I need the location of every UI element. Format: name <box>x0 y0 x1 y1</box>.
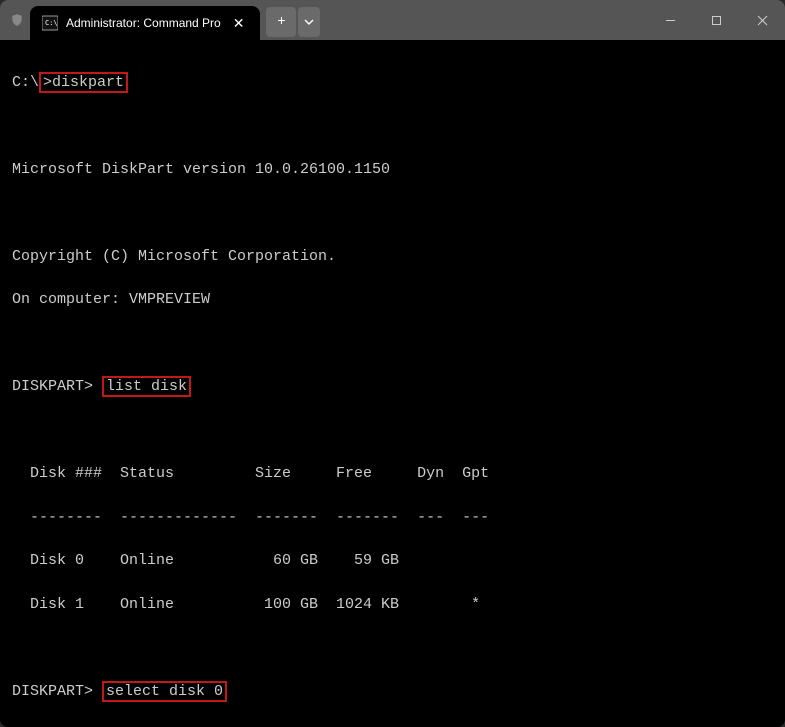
terminal-window: C:\ Administrator: Command Pro ✕ + C:\>d… <box>0 0 785 727</box>
active-tab[interactable]: C:\ Administrator: Command Pro ✕ <box>30 6 260 40</box>
shield-icon <box>8 13 26 27</box>
terminal-line <box>12 637 775 659</box>
terminal-line: DISKPART> list disk <box>12 376 775 398</box>
terminal-line <box>12 333 775 355</box>
terminal-line <box>12 420 775 442</box>
tab-dropdown-button[interactable] <box>298 7 320 37</box>
highlight-select-disk: select disk 0 <box>102 681 227 702</box>
new-tab-button[interactable]: + <box>266 7 296 37</box>
tab-actions: + <box>266 4 320 37</box>
disk-table-header: Disk ### Status Size Free Dyn Gpt <box>12 463 775 485</box>
diskpart-prompt: DISKPART> <box>12 683 102 700</box>
titlebar[interactable]: C:\ Administrator: Command Pro ✕ + <box>0 0 785 40</box>
svg-text:C:\: C:\ <box>45 19 58 27</box>
terminal-line: C:\>diskpart <box>12 72 775 94</box>
initial-prompt: C:\ <box>12 74 39 91</box>
tab-close-button[interactable]: ✕ <box>229 13 249 34</box>
cmd-icon: C:\ <box>42 15 58 31</box>
terminal-output[interactable]: C:\>diskpart Microsoft DiskPart version … <box>0 40 785 727</box>
close-window-button[interactable] <box>739 0 785 40</box>
disk-table-row: Disk 1 Online 100 GB 1024 KB * <box>12 594 775 616</box>
highlight-list-disk: list disk <box>102 376 191 397</box>
terminal-line <box>12 115 775 137</box>
diskpart-prompt: DISKPART> <box>12 378 102 395</box>
terminal-line <box>12 202 775 224</box>
tab-title: Administrator: Command Pro <box>66 16 221 30</box>
terminal-line: Copyright (C) Microsoft Corporation. <box>12 246 775 268</box>
terminal-line: On computer: VMPREVIEW <box>12 289 775 311</box>
maximize-button[interactable] <box>693 0 739 40</box>
minimize-button[interactable] <box>647 0 693 40</box>
highlight-diskpart: >diskpart <box>39 72 128 93</box>
terminal-line: Microsoft DiskPart version 10.0.26100.11… <box>12 159 775 181</box>
terminal-line: DISKPART> select disk 0 <box>12 681 775 703</box>
window-controls <box>647 0 785 40</box>
disk-table-divider: -------- ------------- ------- ------- -… <box>12 507 775 529</box>
disk-table-row: Disk 0 Online 60 GB 59 GB <box>12 550 775 572</box>
